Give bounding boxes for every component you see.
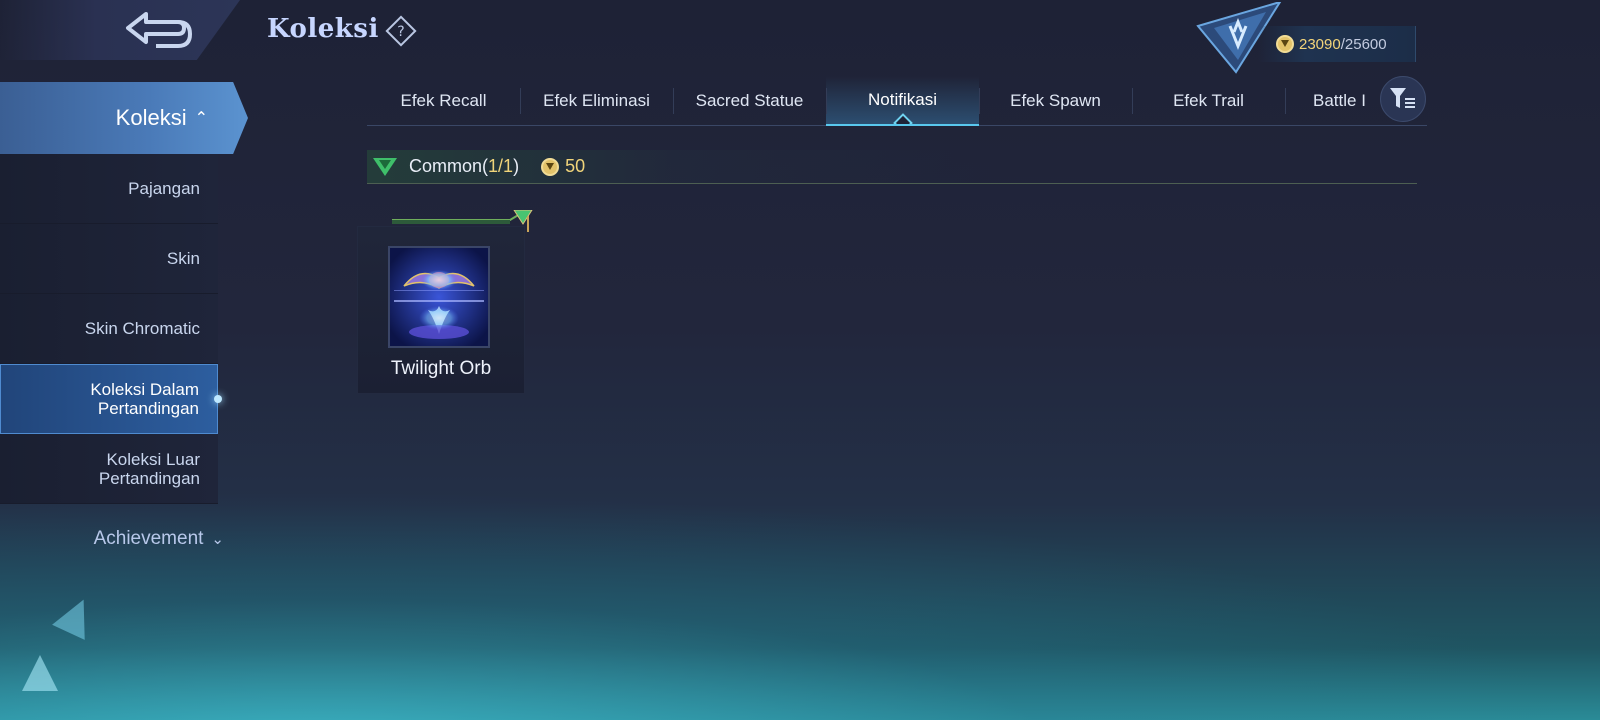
sidebar-item-koleksi-dalam-pertandingan[interactable]: Koleksi Dalam Pertandingan [0, 364, 222, 434]
tier-cost: 50 [565, 156, 586, 176]
filter-icon [1390, 88, 1415, 108]
sidebar-item-label: Skin Chromatic [84, 319, 200, 338]
sidebar-item-pajangan[interactable]: Pajangan [0, 154, 218, 224]
back-arrow-icon[interactable] [120, 8, 200, 52]
question-diamond-icon[interactable]: ? [385, 15, 417, 47]
chevron-down-icon: ⌄ [211, 531, 224, 548]
chevron-up-icon: ⌃ [194, 110, 208, 127]
tab-efek-trail[interactable]: Efek Trail [1132, 76, 1285, 126]
tier-count-close: ) [513, 156, 520, 176]
sidebar-item-skin[interactable]: Skin [0, 224, 218, 294]
tab-efek-recall[interactable]: Efek Recall [367, 76, 520, 126]
category-tabs: Efek Recall Efek Eliminasi Sacred Statue… [367, 76, 1427, 126]
tab-label: Efek Spawn [1010, 91, 1101, 110]
sidebar-main-label: Koleksi [115, 105, 187, 130]
tab-label: Efek Trail [1173, 91, 1244, 110]
currency-display: 23090 / 25600 [1258, 26, 1416, 62]
tab-notifikasi[interactable]: Notifikasi [826, 76, 979, 126]
tab-label: Efek Recall [400, 91, 487, 110]
tab-battle[interactable]: Battle I [1285, 76, 1385, 126]
sidebar-achievement[interactable]: Achievement ⌄ [0, 504, 228, 574]
tier-section-header: Common ( 1/1 ) 50 [367, 150, 1417, 184]
sidebar-item-label: Pajangan [128, 179, 200, 198]
currency-max: 25600 [1344, 35, 1387, 53]
decor-shard [22, 655, 58, 691]
tier-count: 1/1 [488, 156, 514, 176]
tab-efek-spawn[interactable]: Efek Spawn [979, 76, 1132, 126]
twilight-orb-emblem-icon [390, 248, 488, 346]
sidebar-main-koleksi[interactable]: Koleksi ⌃ [0, 82, 248, 154]
sidebar: Koleksi ⌃ Pajangan Skin Skin Chromatic K… [0, 82, 250, 574]
sidebar-item-label: Koleksi Luar Pertandingan [98, 449, 200, 488]
tab-efek-eliminasi[interactable]: Efek Eliminasi [520, 76, 673, 126]
tab-label: Battle I [1313, 91, 1366, 110]
collector-coin-icon [541, 157, 560, 176]
tab-label: Notifikasi [868, 90, 937, 109]
sidebar-item-label: Koleksi Dalam Pertandingan [90, 380, 199, 418]
tab-label: Sacred Statue [695, 91, 804, 110]
decor-shard [52, 592, 100, 640]
sidebar-item-koleksi-luar-pertandingan[interactable]: Koleksi Luar Pertandingan [0, 434, 218, 504]
sidebar-item-skin-chromatic[interactable]: Skin Chromatic [0, 294, 218, 364]
tier-name: Common [409, 156, 483, 176]
tab-sacred-statue[interactable]: Sacred Statue [673, 76, 826, 126]
achievement-label: Achievement [93, 528, 204, 549]
sidebar-item-label: Skin [166, 249, 200, 268]
filter-button[interactable] [1380, 76, 1426, 122]
item-card[interactable]: Twilight Orb [357, 226, 525, 394]
item-thumbnail [388, 246, 490, 348]
tab-label: Efek Eliminasi [543, 91, 650, 110]
collector-coin-icon [1276, 35, 1294, 53]
page-title: Koleksi [267, 14, 379, 44]
currency-current: 23090 [1299, 35, 1341, 53]
item-name: Twilight Orb [390, 358, 492, 379]
svg-text:?: ? [397, 24, 404, 40]
tier-chevron-icon [373, 157, 397, 176]
